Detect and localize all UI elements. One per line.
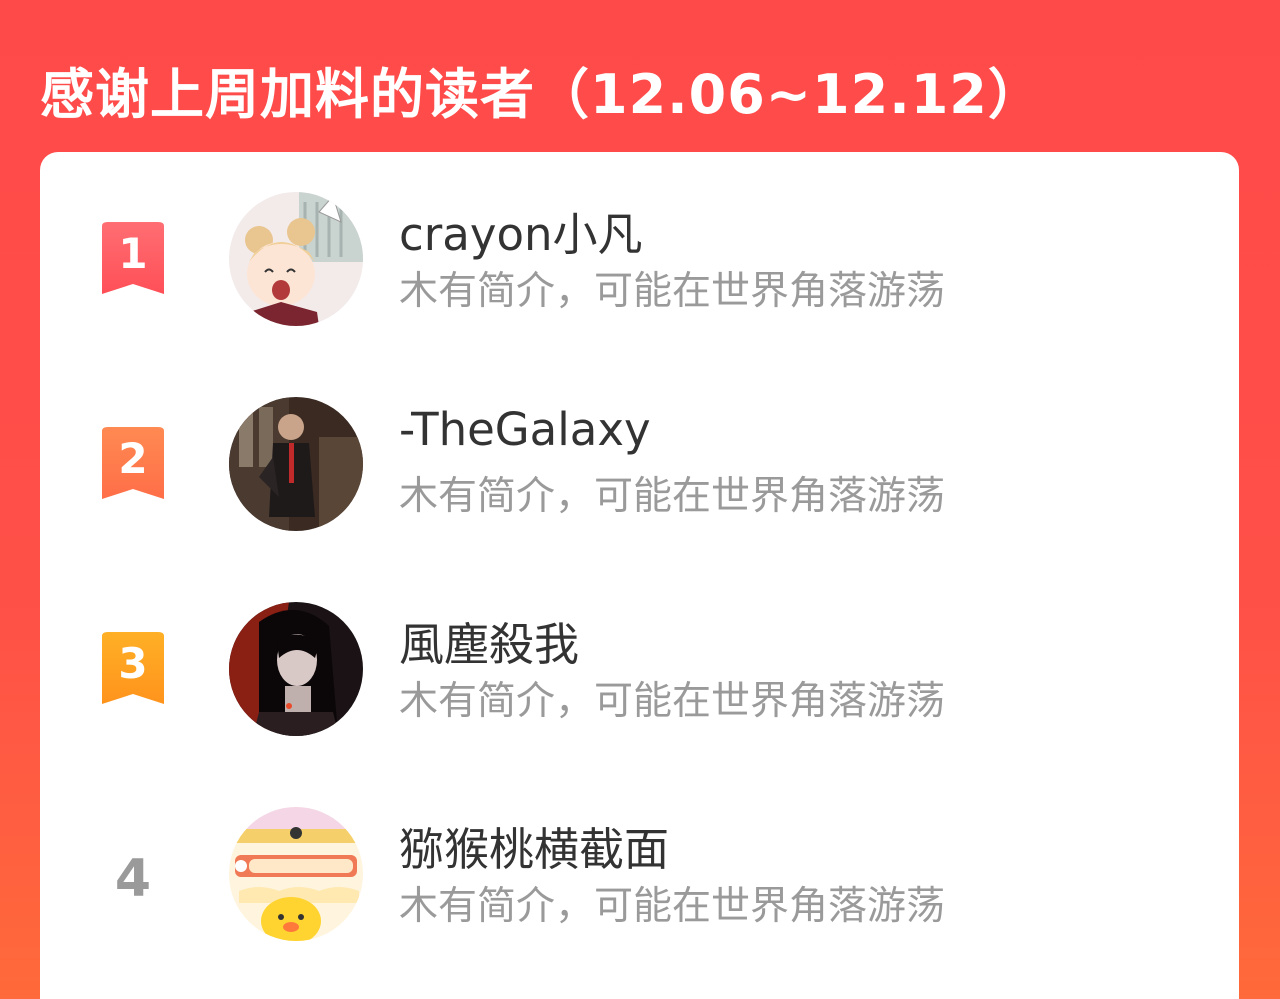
reader-bio: 木有简介，可能在世界角落游荡 [399, 884, 946, 929]
dark-haired-figure-avatar-icon [229, 602, 363, 736]
cartoon-chick-avatar-icon [229, 807, 363, 941]
avatar[interactable] [229, 397, 363, 531]
reader-bio: 木有简介，可能在世界角落游荡 [399, 269, 946, 314]
reader-name[interactable]: crayon小凡 [399, 198, 643, 263]
anime-girl-avatar-icon [229, 192, 363, 326]
list-item[interactable]: 1 crayon小凡 木有简介，可能在世界角落游荡 [40, 184, 1239, 334]
reader-name[interactable]: 猕猴桃横截面 [399, 813, 669, 878]
reader-list-card: 1 crayon小凡 木有简介，可能在世界角落游荡 2 -TheGalaxy 木… [40, 152, 1239, 999]
reader-name[interactable]: 風塵殺我 [399, 608, 579, 673]
rank-badge: 1 [98, 222, 168, 302]
avatar[interactable] [229, 192, 363, 326]
page: 感谢上周加料的读者（12.06~12.12） 1 crayon小凡 木有简介，可… [0, 0, 1280, 999]
avatar[interactable] [229, 602, 363, 736]
rank-number: 2 [118, 433, 148, 483]
avatar[interactable] [229, 807, 363, 941]
rank-badge: 2 [98, 427, 168, 507]
reader-name[interactable]: -TheGalaxy [399, 403, 651, 456]
list-item[interactable]: 2 -TheGalaxy 木有简介，可能在世界角落游荡 [40, 389, 1239, 539]
list-item[interactable]: 3 風塵殺我 木有简介，可能在世界角落游荡 [40, 594, 1239, 744]
rank-badge: 3 [98, 632, 168, 712]
reader-bio: 木有简介，可能在世界角落游荡 [399, 474, 946, 519]
page-title: 感谢上周加料的读者（12.06~12.12） [40, 63, 1043, 126]
rank-number: 4 [114, 849, 152, 909]
reader-bio: 木有简介，可能在世界角落游荡 [399, 679, 946, 724]
list-item[interactable]: 4 猕猴桃横截面 木有简介，可能在世界角落游荡 [40, 799, 1239, 949]
rank-number: 3 [118, 638, 148, 688]
rank-number: 1 [118, 228, 148, 278]
man-in-suit-avatar-icon [229, 397, 363, 531]
